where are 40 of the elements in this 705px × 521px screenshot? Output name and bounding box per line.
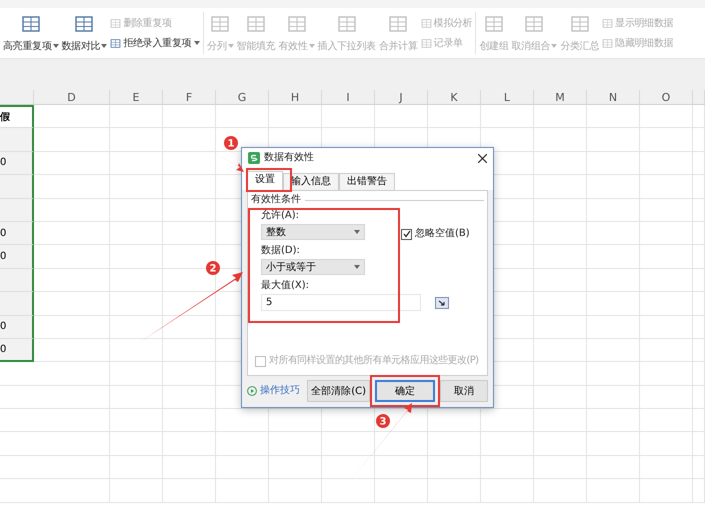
column-header[interactable]: H [269, 90, 322, 105]
table-cell: 0 [0, 316, 34, 339]
column-header[interactable]: N [587, 90, 640, 105]
field-label: 数据(D): [261, 245, 301, 257]
column-header[interactable]: M [534, 90, 587, 105]
maximum-input-field[interactable]: 5 [261, 294, 421, 311]
group-label: 有效性条件 [251, 194, 301, 206]
field-label: 允许(A): [261, 210, 300, 222]
dialog-button[interactable]: 全部清除(C) [307, 380, 370, 402]
ribbon-button[interactable]: 拒绝录入重复项 [109, 36, 202, 50]
table-cell: 0 [0, 152, 34, 176]
column-header[interactable]: K [428, 90, 481, 105]
dialog-button[interactable]: 确定 [375, 380, 435, 402]
dialog-title: 数据有效性 [264, 152, 315, 164]
column-header[interactable]: G [216, 90, 269, 105]
dialog-tab[interactable]: 出错警告 [339, 173, 395, 190]
table-cell: 假 [0, 105, 34, 128]
data-dropdown[interactable]: 小于或等于 [261, 259, 365, 275]
checkbox-label: 对所有同样设置的其他所有单元格应用这些更改(P) [269, 355, 478, 367]
step-number-badge: 3 [376, 414, 390, 428]
column-header[interactable]: O [640, 90, 693, 105]
table-cell: 0 [0, 245, 34, 269]
table-cell: 0 [0, 222, 34, 246]
column-header[interactable]: I [322, 90, 375, 105]
column-header[interactable]: J [375, 90, 428, 105]
column-header[interactable]: L [481, 90, 534, 105]
tips-link[interactable]: 操作技巧 [260, 385, 300, 397]
checkbox-label: 忽略空值(B) [415, 228, 470, 240]
allow-dropdown[interactable]: 整数 [261, 224, 365, 240]
dialog-tab[interactable]: 设置 [247, 171, 283, 190]
column-header[interactable]: D [34, 90, 110, 105]
column-header[interactable]: F [163, 90, 216, 105]
ribbon-button[interactable]: 高亮重复项 [2, 8, 60, 58]
field-label: 最大值(X): [260, 280, 310, 292]
dialog-button[interactable]: 取消 [440, 380, 488, 402]
table-cell: 0 [0, 338, 34, 362]
ribbon-button[interactable]: 数据对比 [60, 8, 108, 58]
step-number-badge: 1 [224, 136, 238, 150]
step-number-badge: 2 [206, 261, 220, 275]
column-header[interactable]: E [110, 90, 163, 105]
